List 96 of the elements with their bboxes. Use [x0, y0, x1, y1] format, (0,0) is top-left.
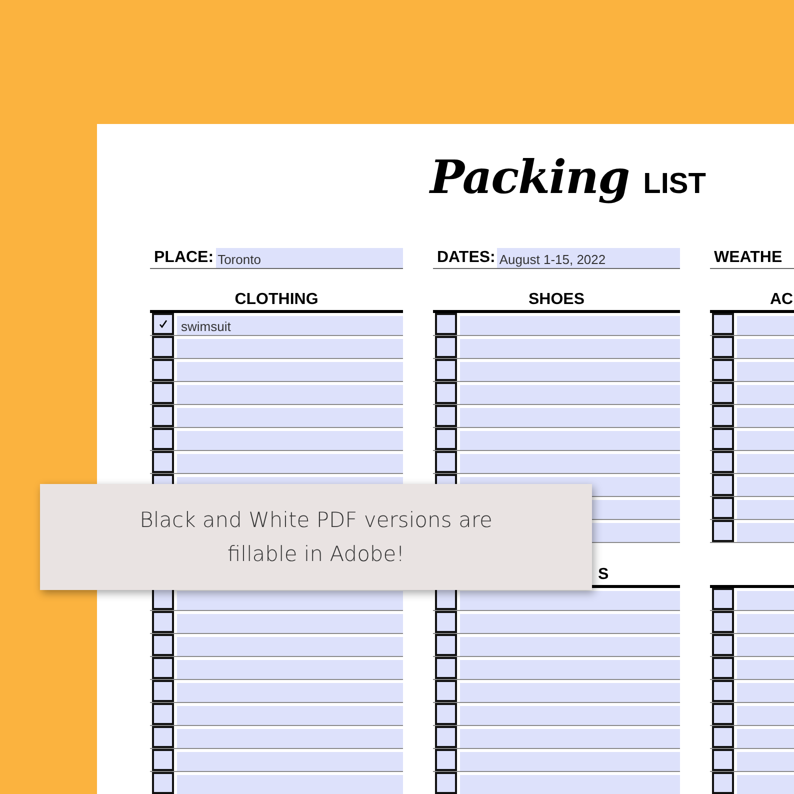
- title-caps: LIST: [643, 168, 706, 201]
- checkbox[interactable]: [435, 749, 457, 771]
- input-field[interactable]: [460, 752, 680, 771]
- input-field[interactable]: [177, 339, 403, 358]
- input-field[interactable]: [177, 591, 403, 610]
- banner-text: Black and White PDF versions are fillable in Adobe!: [138, 507, 494, 568]
- checkbox[interactable]: [712, 634, 734, 656]
- input-field[interactable]: [460, 454, 680, 473]
- checkbox[interactable]: [712, 359, 734, 381]
- checkbox[interactable]: [435, 588, 457, 610]
- input-field[interactable]: [177, 637, 403, 656]
- column-heading: SHOES: [528, 291, 584, 308]
- input-field[interactable]: [460, 316, 680, 335]
- checkbox[interactable]: [712, 497, 734, 519]
- checkbox[interactable]: [712, 520, 734, 542]
- column-heading: CLOTHING: [234, 291, 318, 308]
- input-field[interactable]: [177, 385, 403, 404]
- checkbox[interactable]: [152, 428, 174, 450]
- input-field[interactable]: [460, 339, 680, 358]
- field-label: PLACE:: [153, 249, 215, 268]
- checkbox[interactable]: [152, 382, 174, 404]
- input-field[interactable]: [177, 660, 403, 679]
- input-field[interactable]: [460, 683, 680, 702]
- checkbox[interactable]: [152, 680, 174, 702]
- checkbox[interactable]: [435, 726, 457, 748]
- field-label: DATES:: [436, 249, 496, 268]
- input-field[interactable]: [177, 454, 403, 473]
- checkbox[interactable]: [435, 382, 457, 404]
- checkbox[interactable]: [435, 657, 457, 679]
- checkbox[interactable]: [435, 634, 457, 656]
- checkbox[interactable]: [435, 680, 457, 702]
- checkbox[interactable]: [152, 336, 174, 358]
- checkbox[interactable]: [712, 657, 734, 679]
- checkbox[interactable]: [152, 313, 174, 335]
- column-heading: S: [598, 566, 609, 583]
- input-field[interactable]: [460, 775, 680, 794]
- input-field[interactable]: [177, 775, 403, 794]
- checkbox[interactable]: [712, 405, 734, 427]
- column-heading: AC: [770, 291, 794, 308]
- input-field[interactable]: [177, 431, 403, 450]
- input-field[interactable]: [460, 385, 680, 404]
- checkbox[interactable]: [152, 772, 174, 794]
- checkbox[interactable]: [712, 588, 734, 610]
- input-field[interactable]: [460, 591, 680, 610]
- input-field[interactable]: [460, 729, 680, 748]
- checkbox[interactable]: [712, 772, 734, 794]
- checkbox[interactable]: [712, 336, 734, 358]
- checkbox[interactable]: [435, 451, 457, 473]
- checkbox[interactable]: [712, 474, 734, 496]
- input-field[interactable]: Toronto: [216, 248, 403, 268]
- input-field[interactable]: [460, 408, 680, 427]
- checkbox[interactable]: [435, 611, 457, 633]
- checkbox[interactable]: [152, 749, 174, 771]
- checkbox[interactable]: [712, 313, 734, 335]
- checkbox[interactable]: [152, 703, 174, 725]
- input-field[interactable]: [460, 637, 680, 656]
- checkbox[interactable]: [435, 336, 457, 358]
- field-label: WEATHE: [713, 249, 784, 268]
- checkbox[interactable]: [152, 634, 174, 656]
- checkbox[interactable]: [712, 726, 734, 748]
- input-field[interactable]: [177, 408, 403, 427]
- checkbox[interactable]: [152, 405, 174, 427]
- checkbox[interactable]: [152, 726, 174, 748]
- input-field[interactable]: [177, 752, 403, 771]
- checkbox[interactable]: [712, 611, 734, 633]
- title-script: Packing: [430, 150, 630, 204]
- checkbox[interactable]: [435, 772, 457, 794]
- input-field[interactable]: [177, 729, 403, 748]
- checkbox[interactable]: [152, 451, 174, 473]
- checkbox[interactable]: [712, 428, 734, 450]
- input-field[interactable]: [177, 683, 403, 702]
- input-field[interactable]: [460, 431, 680, 450]
- check-icon: [158, 319, 168, 329]
- checkbox[interactable]: [152, 588, 174, 610]
- checkbox[interactable]: [435, 703, 457, 725]
- checkbox[interactable]: [152, 359, 174, 381]
- input-field[interactable]: [177, 706, 403, 725]
- checkbox[interactable]: [712, 749, 734, 771]
- checkbox[interactable]: [435, 405, 457, 427]
- input-field[interactable]: [460, 614, 680, 633]
- input-field[interactable]: swimsuit: [177, 316, 403, 335]
- checkbox[interactable]: [152, 657, 174, 679]
- input-field[interactable]: August 1-15, 2022: [497, 248, 680, 268]
- input-field[interactable]: [460, 660, 680, 679]
- input-field[interactable]: [177, 362, 403, 381]
- checkbox[interactable]: [435, 428, 457, 450]
- checkbox[interactable]: [712, 451, 734, 473]
- checkbox[interactable]: [712, 703, 734, 725]
- checkbox[interactable]: [435, 359, 457, 381]
- checkbox[interactable]: [152, 611, 174, 633]
- checkbox[interactable]: [435, 313, 457, 335]
- input-field[interactable]: [177, 614, 403, 633]
- checkbox[interactable]: [712, 382, 734, 404]
- input-field[interactable]: [460, 706, 680, 725]
- checkbox[interactable]: [712, 680, 734, 702]
- input-field[interactable]: [460, 362, 680, 381]
